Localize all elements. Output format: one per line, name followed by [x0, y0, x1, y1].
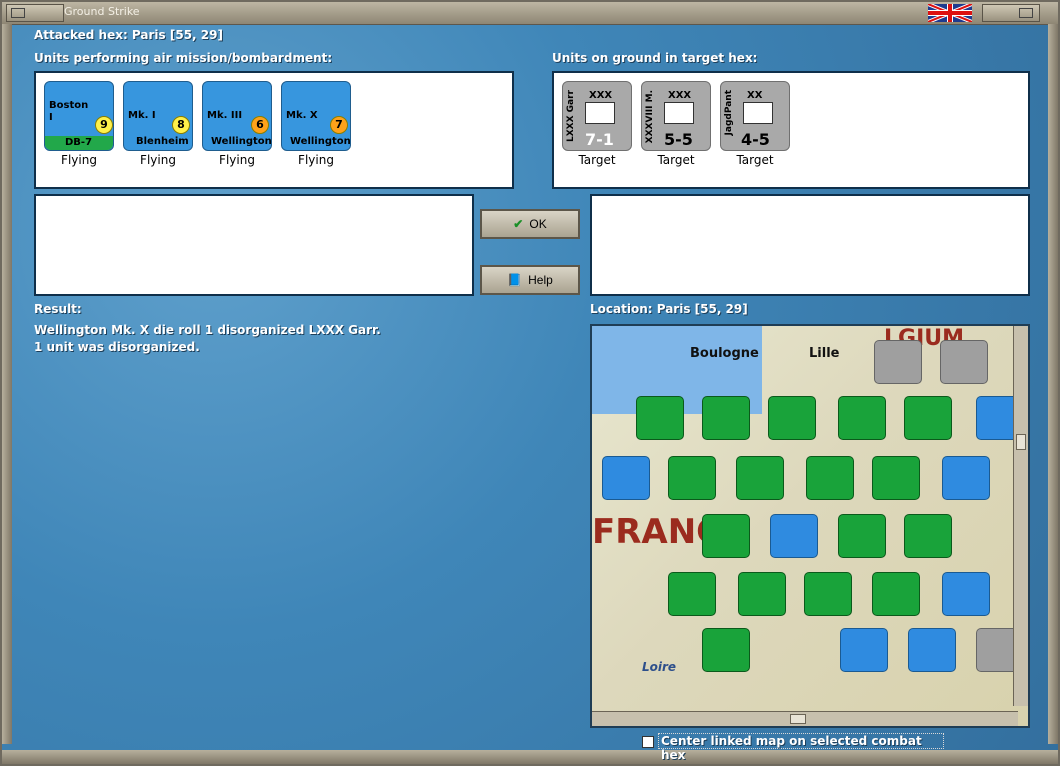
air-counter[interactable]: Mk. III Wellington 6	[202, 81, 272, 151]
map-unit[interactable]	[804, 572, 852, 616]
unit-symbol-icon	[585, 102, 615, 124]
check-icon: ✔	[513, 217, 524, 231]
map-unit[interactable]	[702, 396, 750, 440]
attacked-hex-label: Attacked hex: Paris [55, 29]	[34, 28, 223, 42]
window-close-button[interactable]	[982, 4, 1040, 22]
result-line-1: Wellington Mk. X die roll 1 disorganized…	[34, 323, 381, 337]
air-units-label: Units performing air mission/bombardment…	[34, 51, 333, 65]
left-frame	[2, 24, 12, 744]
air-counter[interactable]: Mk. I Blenheim 8	[123, 81, 193, 151]
map-unit[interactable]	[702, 628, 750, 672]
map-unit[interactable]	[668, 456, 716, 500]
map-unit[interactable]	[940, 340, 988, 384]
scroll-thumb[interactable]	[1016, 434, 1026, 450]
map-place: Boulogne	[690, 346, 759, 361]
map-unit[interactable]	[904, 514, 952, 558]
air-counter[interactable]: Boston I 9 DB-7	[44, 81, 114, 151]
map-unit[interactable]	[872, 572, 920, 616]
location-label: Location: Paris [55, 29]	[590, 302, 748, 316]
air-unit-caption: Flying	[219, 153, 255, 167]
ground-unit-caption: Target	[736, 153, 774, 167]
map-unit[interactable]	[702, 514, 750, 558]
map-unit[interactable]	[736, 456, 784, 500]
air-unit-caption: Flying	[140, 153, 176, 167]
defense-info-panel	[590, 194, 1030, 296]
map-unit[interactable]	[838, 396, 886, 440]
attack-info-panel	[34, 194, 474, 296]
air-units-panel: Boston I 9 DB-7 Flying Mk. I Blenheim 8 …	[34, 71, 514, 189]
scroll-thumb[interactable]	[790, 714, 806, 724]
map-unit[interactable]	[872, 456, 920, 500]
map-place: Loire	[642, 660, 677, 674]
result-line-2: 1 unit was disorganized.	[34, 340, 200, 354]
unit-symbol-icon	[743, 102, 773, 124]
map-unit[interactable]	[768, 396, 816, 440]
center-map-checkbox[interactable]	[642, 736, 654, 748]
right-frame	[1048, 24, 1058, 744]
ground-units-panel: LXXX Garr XXX 7-1 Target XXXVIII M. XXX …	[552, 71, 1030, 189]
map-unit[interactable]	[636, 396, 684, 440]
ground-unit-caption: Target	[657, 153, 695, 167]
map-unit[interactable]	[874, 340, 922, 384]
linked-map[interactable]: Boulogne Lille LGIUM FRANC Loire	[590, 324, 1030, 728]
window-icon	[11, 8, 25, 18]
ok-button[interactable]: ✔ OK	[480, 209, 580, 239]
ground-counter[interactable]: LXXX Garr XXX 7-1	[562, 81, 632, 151]
window-title: Ground Strike	[64, 5, 140, 18]
map-unit[interactable]	[602, 456, 650, 500]
map-unit[interactable]	[908, 628, 956, 672]
unit-symbol-icon	[664, 102, 694, 124]
close-icon	[1019, 8, 1033, 18]
map-vertical-scrollbar[interactable]	[1013, 326, 1028, 706]
ground-units-label: Units on ground in target hex:	[552, 51, 758, 65]
title-bar[interactable]: Ground Strike	[2, 2, 1058, 25]
map-unit[interactable]	[668, 572, 716, 616]
ground-unit-caption: Target	[578, 153, 616, 167]
center-map-checkbox-label[interactable]: Center linked map on selected combat hex	[658, 733, 944, 762]
green-band: DB-7	[45, 136, 113, 150]
map-unit[interactable]	[770, 514, 818, 558]
map-unit[interactable]	[838, 514, 886, 558]
air-unit-caption: Flying	[298, 153, 334, 167]
map-unit[interactable]	[840, 628, 888, 672]
uk-flag-icon	[927, 2, 973, 24]
bottom-frame	[2, 750, 1058, 764]
map-unit[interactable]	[806, 456, 854, 500]
result-label: Result:	[34, 302, 82, 316]
air-counter[interactable]: Mk. X Wellington 7	[281, 81, 351, 151]
ground-counter[interactable]: JagdPant XX 4-5	[720, 81, 790, 151]
map-unit[interactable]	[904, 396, 952, 440]
map-unit[interactable]	[738, 572, 786, 616]
map-horizontal-scrollbar[interactable]	[592, 711, 1018, 726]
ground-strike-window: Ground Strike Attacked hex: Paris [55, 2…	[0, 0, 1060, 766]
ground-counter[interactable]: XXXVIII M. XXX 5-5	[641, 81, 711, 151]
book-icon: 📘	[507, 273, 523, 287]
air-unit-caption: Flying	[61, 153, 97, 167]
map-unit[interactable]	[942, 456, 990, 500]
map-place: Lille	[809, 346, 840, 361]
help-button[interactable]: 📘 Help	[480, 265, 580, 295]
map-unit[interactable]	[942, 572, 990, 616]
window-menu-button[interactable]	[6, 4, 64, 22]
